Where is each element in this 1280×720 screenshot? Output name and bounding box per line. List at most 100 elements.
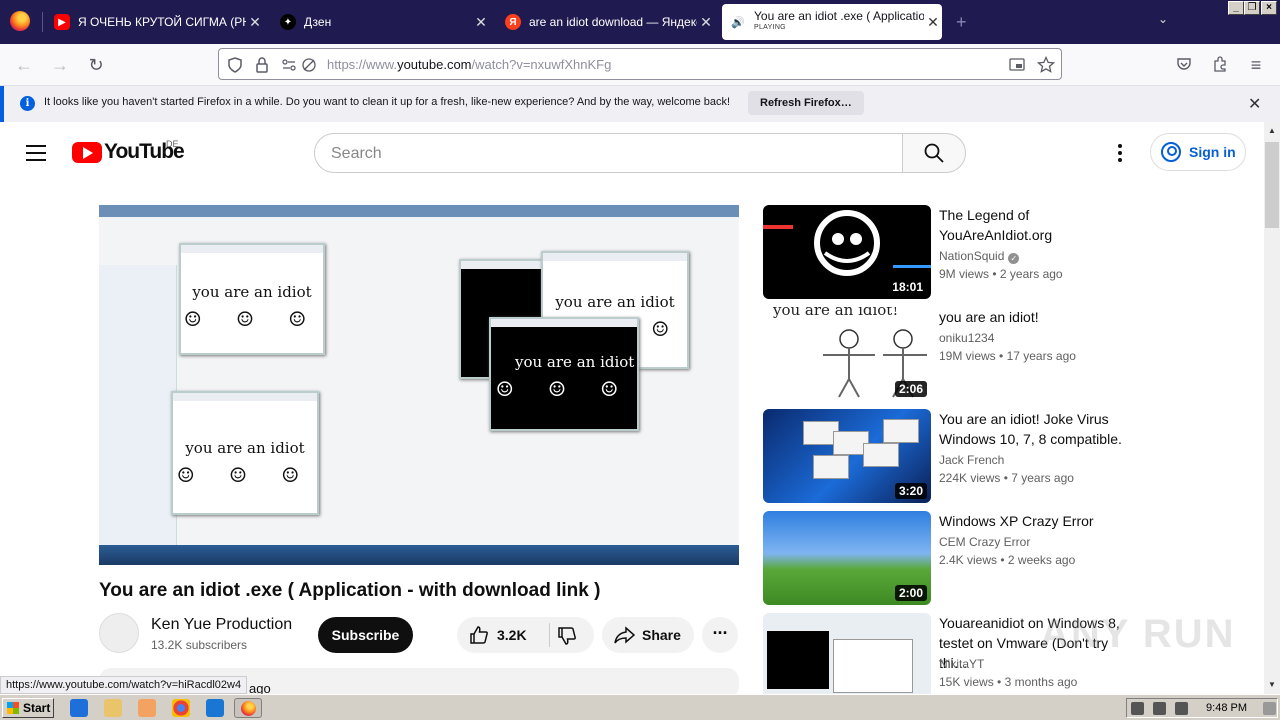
start-button[interactable]: Start	[2, 698, 54, 718]
share-button[interactable]: Share	[602, 617, 694, 653]
recommendation-title[interactable]: you are an idiot!	[939, 307, 1139, 327]
system-tray: 9:48 PM	[1126, 698, 1278, 718]
tab-list-chevron-icon[interactable]: ⌄	[1158, 12, 1168, 26]
notification-message: It looks like you haven't started Firefo…	[44, 96, 731, 108]
search-button[interactable]	[902, 133, 966, 173]
scroll-up-icon[interactable]: ▲	[1268, 126, 1276, 135]
like-divider	[549, 623, 550, 647]
recommendation-title[interactable]: The Legend of YouAreAnIdiot.org	[939, 205, 1139, 245]
volume-icon[interactable]	[1131, 702, 1144, 715]
video-thumbnail[interactable]: 3:20	[763, 409, 931, 503]
lock-icon[interactable]	[255, 57, 269, 73]
youtube-logo-icon[interactable]	[72, 142, 102, 163]
video-thumbnail[interactable]: 2:00	[763, 511, 931, 605]
navigation-toolbar: ← → ↻ https://www.youtube.com/watch?v=nx…	[0, 44, 1280, 86]
firefox-taskbar-button[interactable]	[234, 698, 262, 718]
channel-avatar[interactable]	[99, 613, 139, 653]
duration-badge: 18:01	[888, 279, 927, 295]
recommendation-title[interactable]: Windows XP Crazy Error	[939, 511, 1139, 531]
recommendation-item[interactable]: 3:20 You are an idiot! Joke Virus Window…	[763, 409, 1243, 503]
recommendation-meta: 19M views • 17 years ago	[939, 349, 1076, 363]
tab-title: Дзен	[304, 15, 332, 29]
hamburger-menu-icon[interactable]: ≡	[1246, 55, 1266, 75]
ie-icon[interactable]	[70, 699, 88, 717]
permissions-icon[interactable]	[281, 57, 297, 73]
subscribe-button[interactable]: Subscribe	[318, 617, 413, 653]
tab-1[interactable]: ✦ Дзен ✕	[280, 4, 490, 40]
folder-icon[interactable]	[104, 699, 122, 717]
close-icon[interactable]: ✕	[697, 14, 715, 31]
recommendation-meta: 15K views • 3 months ago	[939, 675, 1078, 689]
channel-name[interactable]: Ken Yue Production	[151, 616, 292, 634]
bookmark-star-icon[interactable]	[1037, 56, 1055, 74]
close-icon[interactable]: ✕	[472, 14, 490, 31]
account-icon	[1161, 142, 1181, 162]
clock: 9:48 PM	[1206, 702, 1247, 714]
speaker-icon[interactable]: 🔊	[730, 14, 746, 30]
restore-window-icon[interactable]: ❐	[1244, 1, 1260, 15]
tab-title: Я ОЧЕНЬ КРУТОЙ СИГМА (PHONK	[78, 15, 246, 29]
recommendation-channel[interactable]: oniku1234	[939, 331, 994, 345]
pocket-icon[interactable]	[1176, 56, 1192, 72]
recommendation-channel[interactable]: NationSquid ✓	[939, 249, 1020, 264]
settings-kebab-icon[interactable]	[1118, 144, 1122, 165]
scrollbar-thumb[interactable]	[1265, 142, 1279, 228]
video-thumbnail[interactable]: 18:01	[763, 205, 931, 299]
url-bar[interactable]: https://www.youtube.com/watch?v=nxuwfXhn…	[218, 48, 1062, 80]
thumbs-down-icon[interactable]	[557, 626, 577, 646]
close-icon[interactable]: ✕	[246, 14, 264, 31]
network-icon[interactable]	[1153, 702, 1166, 715]
country-code: DE	[166, 139, 179, 149]
close-icon[interactable]: ✕	[1248, 94, 1261, 114]
tab-strip: ▶ Я ОЧЕНЬ КРУТОЙ СИГМА (PHONK ✕ ✦ Дзен ✕…	[0, 0, 1280, 44]
recommendation-channel[interactable]: Jack French	[939, 453, 1004, 467]
guide-menu-icon[interactable]	[26, 145, 46, 166]
chrome-icon[interactable]	[172, 699, 190, 717]
close-icon[interactable]: ✕	[924, 14, 942, 31]
like-count[interactable]: 3.2K	[497, 627, 527, 643]
autoplay-blocked-icon[interactable]	[301, 57, 317, 73]
page-scrollbar[interactable]: ▲ ▼	[1264, 122, 1280, 694]
reload-icon[interactable]: ↻	[86, 55, 106, 75]
youtube-icon: ▶	[54, 14, 70, 30]
media-player-icon[interactable]	[138, 699, 156, 717]
back-arrow-icon[interactable]: ←	[14, 55, 34, 75]
video-frame-titlebar	[99, 205, 739, 217]
subscriber-count: 13.2K subscribers	[151, 638, 248, 652]
recommendation-channel[interactable]: CEM Crazy Error	[939, 535, 1030, 549]
notification-center-icon[interactable]	[1263, 702, 1276, 715]
forward-arrow-icon[interactable]: →	[50, 55, 70, 75]
picture-in-picture-icon[interactable]	[1009, 57, 1025, 73]
link-status-url: https://www.youtube.com/watch?v=hiRacdl0…	[0, 676, 248, 694]
more-actions-icon[interactable]: ···	[702, 617, 738, 653]
url-text[interactable]: https://www.youtube.com/watch?v=nxuwfXhn…	[327, 57, 611, 72]
video-thumbnail[interactable]: you are an idiot! 2:06	[763, 307, 931, 401]
idiot-popup: you are an idiot ☺ ☺ ☺	[179, 243, 325, 355]
video-thumbnail[interactable]	[763, 613, 931, 707]
duration-badge: 2:00	[894, 585, 927, 601]
recommendation-title[interactable]: You are an idiot! Joke Virus Windows 10,…	[939, 409, 1139, 449]
tab-2[interactable]: Я are an idiot download — Яндекс: на ✕	[505, 4, 715, 40]
sign-in-label: Sign in	[1189, 144, 1236, 160]
tray-app-icon[interactable]	[1175, 702, 1188, 715]
firefox-menu-icon[interactable]	[10, 11, 30, 31]
firefox-icon	[241, 701, 256, 716]
search-input[interactable]: Search	[314, 133, 904, 173]
scroll-down-icon[interactable]: ▼	[1268, 680, 1276, 689]
edge-icon[interactable]	[206, 699, 224, 717]
video-player[interactable]: you are an idiot ☺ ☺ ☺ you are an idiot …	[99, 205, 739, 565]
refresh-firefox-button[interactable]: Refresh Firefox…	[748, 91, 864, 115]
close-window-icon[interactable]: ×	[1261, 1, 1277, 15]
tab-0[interactable]: ▶ Я ОЧЕНЬ КРУТОЙ СИГМА (PHONK ✕	[54, 4, 264, 40]
recommendation-item[interactable]: you are an idiot! 2:06 you are an idiot!…	[763, 307, 1243, 401]
recommendation-item[interactable]: 2:00 Windows XP Crazy Error CEM Crazy Er…	[763, 511, 1243, 605]
minimize-window-icon[interactable]: _	[1228, 1, 1244, 15]
extensions-icon[interactable]	[1212, 55, 1229, 72]
sign-in-button[interactable]: Sign in	[1150, 133, 1246, 171]
new-tab-plus-icon[interactable]: +	[956, 12, 967, 33]
recommendation-item[interactable]: 18:01 The Legend of YouAreAnIdiot.org Na…	[763, 205, 1243, 299]
shield-icon[interactable]	[227, 57, 243, 73]
tab-3-active[interactable]: 🔊 You are an idiot .exe ( Application PL…	[722, 4, 942, 40]
thumbs-up-icon[interactable]	[469, 625, 489, 645]
recommendation-channel[interactable]: NikitaYT	[939, 657, 984, 671]
